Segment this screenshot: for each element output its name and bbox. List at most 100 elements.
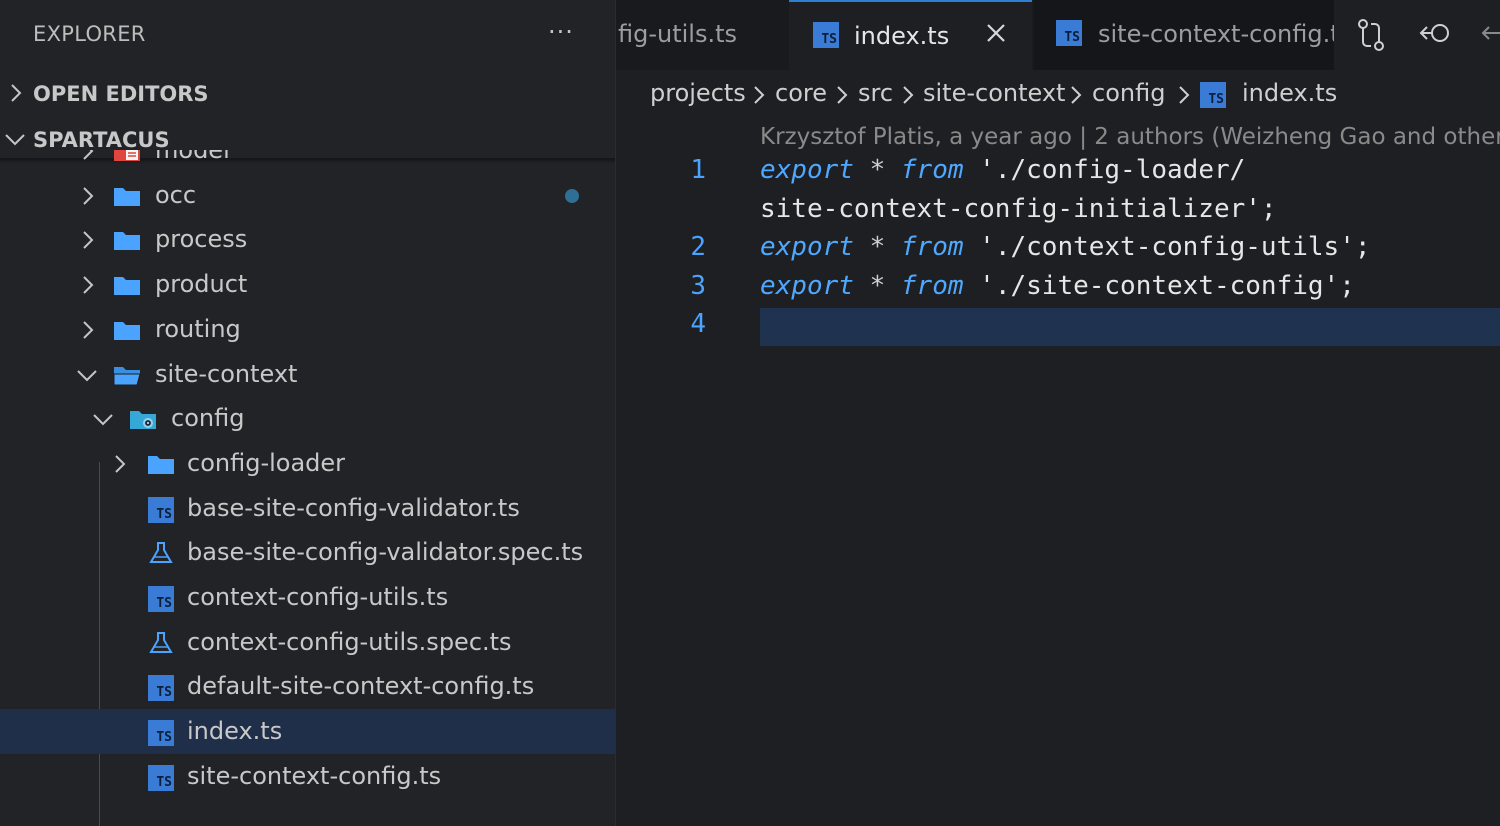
tree-item[interactable]: product: [0, 262, 615, 307]
tree-item-label: default-site-context-config.ts: [187, 672, 535, 701]
tree-item[interactable]: site-context: [0, 352, 615, 397]
code-line[interactable]: export * from './site-context-config';: [760, 271, 1355, 301]
operator: *: [869, 271, 886, 301]
tree-item[interactable]: routing: [0, 307, 615, 352]
string-literal: './context-config-utils';: [979, 232, 1371, 262]
chevron-right-icon: [83, 276, 94, 294]
tree-item[interactable]: TS context-config-utils.ts: [0, 575, 615, 620]
vscode-window: EXPLORER ··· OPEN EDITORS SPARTACUS mode…: [0, 0, 1500, 826]
keyword-from: from: [900, 271, 964, 301]
typescript-file-icon: TS: [148, 586, 174, 612]
tab-bar: fig-utils.ts TS index.ts TS site-context…: [616, 0, 1500, 70]
tree-item-label: context-config-utils.spec.ts: [187, 627, 512, 656]
tab-site-context-config[interactable]: TS site-context-config.t: [1034, 0, 1334, 70]
folder-icon: [114, 277, 140, 296]
tab-context-config-utils[interactable]: fig-utils.ts: [616, 0, 788, 70]
breadcrumb-item[interactable]: core: [775, 79, 827, 107]
tree-item-label: context-config-utils.ts: [187, 583, 449, 611]
workspace-label: SPARTACUS: [33, 128, 170, 152]
tab-index-ts[interactable]: TS index.ts: [789, 0, 1032, 70]
keyword-from: from: [900, 232, 964, 262]
chevron-right-icon: [754, 86, 765, 104]
tree-item[interactable]: base-site-config-validator.spec.ts: [0, 530, 615, 575]
tree-item-label: process: [155, 225, 248, 254]
chevron-down-icon: [93, 414, 113, 426]
config-folder-icon: [130, 411, 156, 430]
chevron-down-icon: [77, 369, 97, 381]
breadcrumb-item[interactable]: projects: [650, 79, 746, 107]
tree-item-label: site-context: [155, 359, 298, 388]
folder-icon: [114, 187, 140, 206]
tree-item[interactable]: config-loader: [0, 441, 615, 486]
go-back-icon[interactable]: [1418, 18, 1452, 48]
tree-item[interactable]: context-config-utils.spec.ts: [0, 620, 615, 665]
tree-item[interactable]: TS index.ts: [0, 709, 615, 755]
chevron-right-icon: [83, 186, 94, 205]
explorer-header: EXPLORER ···: [0, 0, 615, 72]
git-blame-annotation[interactable]: Krzysztof Platis, a year ago | 2 authors…: [760, 124, 1500, 150]
folder-open-icon: [113, 366, 141, 385]
tree-item-label: base-site-config-validator.ts: [187, 493, 520, 522]
editor-area: fig-utils.ts TS index.ts TS site-context…: [616, 0, 1500, 826]
typescript-file-icon: TS: [148, 496, 174, 523]
compare-changes-icon[interactable]: [1356, 18, 1386, 52]
close-icon[interactable]: [985, 20, 1007, 46]
code-editor[interactable]: 1 export * from './config-loader/ site-c…: [616, 150, 1500, 826]
chevron-right-icon: [115, 455, 126, 473]
typescript-file-icon: TS: [148, 764, 174, 791]
line-number: 4: [690, 309, 706, 339]
operator: *: [869, 232, 886, 262]
string-literal: './site-context-config';: [979, 271, 1355, 301]
code-line[interactable]: export * from './context-config-utils';: [760, 232, 1371, 262]
open-editors-label: OPEN EDITORS: [33, 82, 209, 106]
model-folder-icon: [114, 150, 140, 161]
typescript-file-icon: TS: [148, 720, 174, 747]
line-number: 2: [690, 232, 706, 262]
explorer-title: EXPLORER: [33, 22, 146, 46]
code-line[interactable]: export * from './config-loader/: [760, 155, 1245, 185]
editor-actions: [1334, 0, 1500, 70]
keyword-export: export: [760, 271, 854, 301]
tab-label: fig-utils.ts: [618, 20, 738, 48]
tree-item[interactable]: TS default-site-context-config.ts: [0, 664, 615, 709]
chevron-down-icon: [5, 134, 25, 146]
tree-item[interactable]: occ: [0, 173, 615, 218]
breadcrumb-item[interactable]: src: [858, 79, 893, 107]
typescript-file-icon: TS: [148, 675, 174, 702]
file-tree: model occ process product routing site-contex…: [0, 150, 615, 826]
go-forward-icon[interactable]: [1480, 18, 1500, 48]
tree-item[interactable]: model: [0, 150, 615, 173]
tree-item-label: model: [155, 150, 230, 164]
keyword-export: export: [760, 232, 854, 262]
keyword-from: from: [900, 155, 964, 185]
breadcrumb-item[interactable]: index.ts: [1242, 79, 1337, 107]
explorer-sidebar: EXPLORER ··· OPEN EDITORS SPARTACUS mode…: [0, 0, 616, 826]
tree-item[interactable]: config: [0, 396, 615, 441]
typescript-file-icon: TS: [813, 22, 839, 48]
tab-label: site-context-config.t: [1098, 20, 1334, 48]
test-flask-icon: [149, 542, 173, 564]
breadcrumb-item[interactable]: site-context: [923, 79, 1065, 107]
breadcrumb-item[interactable]: config: [1092, 79, 1165, 107]
line-number: 1: [690, 155, 706, 185]
chevron-right-icon: [83, 231, 94, 250]
open-editors-section[interactable]: OPEN EDITORS: [0, 72, 615, 116]
chevron-right-icon: [837, 86, 848, 104]
tree-item[interactable]: process: [0, 217, 615, 262]
tree-item-label: base-site-config-validator.spec.ts: [187, 538, 584, 567]
tree-item[interactable]: TS site-context-config.ts: [0, 754, 615, 799]
tree-item-label: product: [155, 270, 248, 299]
tree-item[interactable]: TS base-site-config-validator.ts: [0, 486, 615, 531]
more-actions-icon[interactable]: ···: [548, 18, 574, 46]
tree-item-label: occ: [155, 180, 197, 209]
code-line-wrapped[interactable]: site-context-config-initializer';: [760, 194, 1277, 224]
folder-icon: [148, 455, 174, 474]
tree-item-label: config: [171, 404, 245, 433]
chevron-right-icon: [83, 321, 94, 339]
keyword-export: export: [760, 155, 854, 185]
operator: *: [869, 155, 886, 185]
line-number: 3: [690, 271, 706, 301]
tree-item-label: index.ts: [187, 717, 283, 746]
chevron-right-icon: [83, 150, 94, 160]
tree-item-label: config-loader: [187, 448, 346, 477]
